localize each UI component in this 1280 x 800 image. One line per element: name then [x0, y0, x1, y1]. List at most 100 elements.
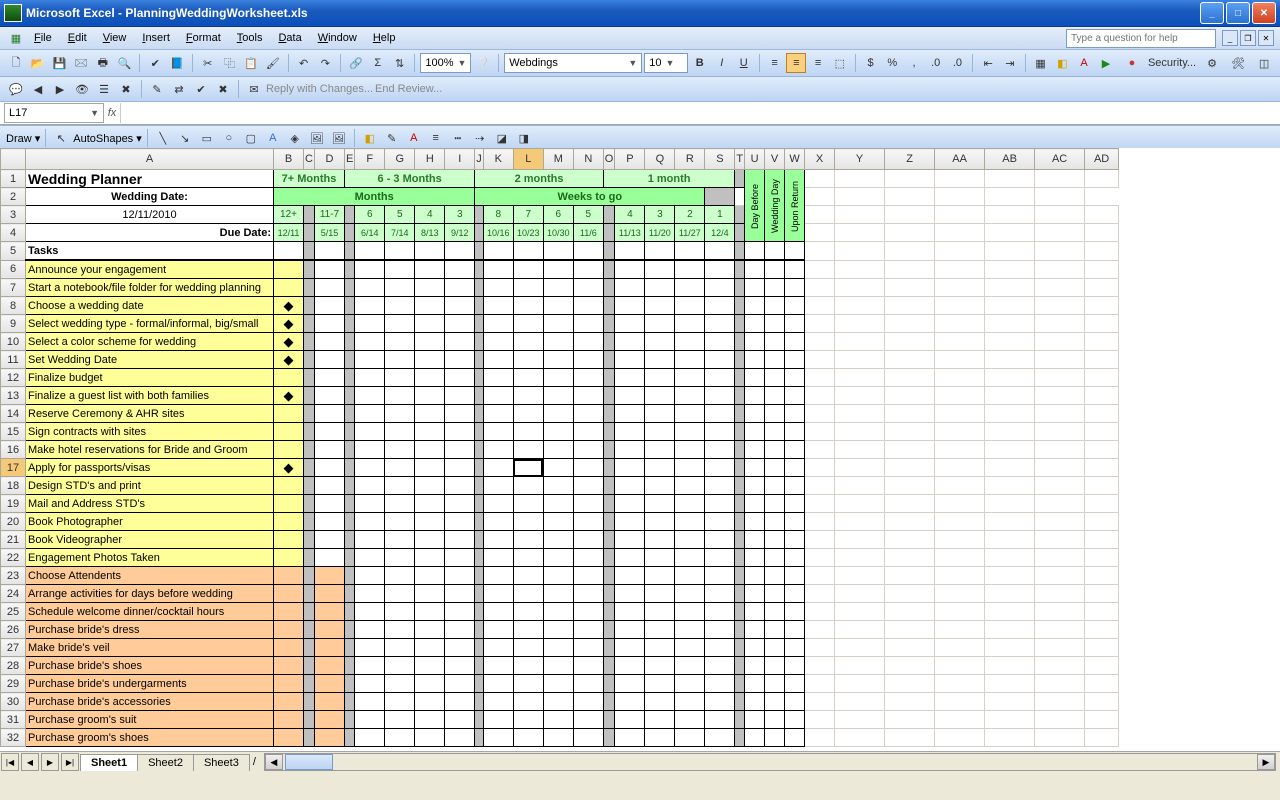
grid-cell[interactable] [805, 693, 835, 711]
grid-cell[interactable] [935, 729, 985, 747]
grid-cell[interactable] [543, 675, 573, 693]
grid-cell[interactable] [1035, 639, 1085, 657]
grid-cell[interactable] [765, 495, 785, 513]
sheet-tab-sheet3[interactable]: Sheet3 [193, 754, 250, 771]
grid-cell[interactable] [705, 549, 735, 567]
grid-cell[interactable] [304, 459, 315, 477]
grid-cell[interactable] [615, 405, 645, 423]
col-header-S[interactable]: S [705, 149, 735, 170]
sort-icon[interactable]: ⇅ [390, 53, 410, 73]
grid-cell[interactable] [385, 351, 415, 369]
grid-cell[interactable] [935, 477, 985, 495]
grid-cell[interactable] [765, 459, 785, 477]
grid-cell[interactable] [274, 279, 304, 297]
tab-first-icon[interactable]: |◀ [1, 753, 19, 771]
grid-cell[interactable] [835, 567, 885, 585]
grid-cell[interactable] [805, 423, 835, 441]
grid-cell[interactable] [735, 585, 745, 603]
grid-cell[interactable] [615, 693, 645, 711]
grid-cell[interactable] [1035, 693, 1085, 711]
grid-cell[interactable] [615, 459, 645, 477]
grid-cell[interactable] [543, 333, 573, 351]
grid-cell[interactable] [603, 603, 615, 621]
grid-cell[interactable] [483, 459, 513, 477]
grid-cell[interactable] [705, 423, 735, 441]
grid-cell[interactable] [344, 459, 354, 477]
grid-cell[interactable] [785, 369, 805, 387]
grid-cell[interactable] [603, 639, 615, 657]
grid-cell[interactable] [705, 351, 735, 369]
grid-cell[interactable] [543, 297, 573, 315]
grid-cell[interactable] [475, 315, 484, 333]
task-cell[interactable]: Arrange activities for days before weddi… [26, 585, 274, 603]
grid-cell[interactable] [885, 423, 935, 441]
grid-cell[interactable] [985, 585, 1035, 603]
grid-cell[interactable] [445, 279, 475, 297]
grid-cell[interactable] [344, 531, 354, 549]
task-cell[interactable]: Purchase groom's shoes [26, 729, 274, 747]
grid-cell[interactable] [1085, 315, 1119, 333]
increase-indent-icon[interactable]: ⇥ [1000, 53, 1020, 73]
delete-comment-icon[interactable]: ✖ [116, 79, 136, 99]
play-macro-icon[interactable]: ▶ [1096, 53, 1116, 73]
grid-cell[interactable] [1085, 459, 1119, 477]
grid-cell[interactable] [483, 675, 513, 693]
grid-cell[interactable] [1085, 405, 1119, 423]
grid-cell[interactable] [835, 387, 885, 405]
grid-cell[interactable] [483, 585, 513, 603]
grid-cell[interactable] [805, 477, 835, 495]
grid-cell[interactable] [543, 585, 573, 603]
grid-cell[interactable] [735, 567, 745, 585]
grid-cell[interactable] [355, 639, 385, 657]
scroll-left-icon[interactable]: ◀ [265, 754, 283, 770]
grid-cell[interactable] [1035, 477, 1085, 495]
grid-cell[interactable] [805, 387, 835, 405]
grid-cell[interactable] [513, 459, 543, 477]
grid-cell[interactable] [745, 531, 765, 549]
grid-cell[interactable] [355, 531, 385, 549]
grid-cell[interactable] [543, 387, 573, 405]
grid-cell[interactable] [885, 567, 935, 585]
hyperlink-icon[interactable]: 🔗 [346, 53, 366, 73]
grid-cell[interactable] [304, 423, 315, 441]
grid-cell[interactable] [785, 729, 805, 747]
grid-cell[interactable] [735, 260, 745, 279]
grid-cell[interactable] [355, 729, 385, 747]
grid-cell[interactable] [445, 297, 475, 315]
grid-cell[interactable] [314, 405, 344, 423]
grid-cell[interactable] [475, 495, 484, 513]
grid-cell[interactable] [615, 639, 645, 657]
grid-cell[interactable] [935, 315, 985, 333]
task-cell[interactable]: Purchase bride's accessories [26, 693, 274, 711]
grid-cell[interactable] [274, 603, 304, 621]
grid-cell[interactable] [304, 477, 315, 495]
grid-cell[interactable] [543, 549, 573, 567]
grid-cell[interactable] [513, 369, 543, 387]
grid-cell[interactable] [1035, 423, 1085, 441]
grid-cell[interactable] [785, 315, 805, 333]
grid-cell[interactable] [355, 405, 385, 423]
redo-icon[interactable]: ↷ [316, 53, 336, 73]
grid-cell[interactable] [513, 477, 543, 495]
fill-color-icon[interactable]: ◧ [1053, 53, 1073, 73]
grid-cell[interactable] [483, 729, 513, 747]
grid-cell[interactable] [543, 567, 573, 585]
row-header-8[interactable]: 8 [1, 297, 26, 315]
increase-decimal-icon[interactable]: .0 [926, 53, 946, 73]
grid-cell[interactable] [475, 459, 484, 477]
task-cell[interactable]: Choose a wedding date [26, 297, 274, 315]
grid-cell[interactable] [645, 585, 675, 603]
grid-cell[interactable] [483, 279, 513, 297]
oval-icon[interactable]: ○ [219, 128, 239, 148]
row-header-6[interactable]: 6 [1, 260, 26, 279]
sheet-tab-sheet1[interactable]: Sheet1 [80, 754, 138, 771]
grid-cell[interactable] [344, 477, 354, 495]
grid-cell[interactable] [735, 297, 745, 315]
grid-cell[interactable] [385, 405, 415, 423]
grid-cell[interactable] [344, 495, 354, 513]
grid-cell[interactable] [475, 639, 484, 657]
grid-cell[interactable] [765, 387, 785, 405]
grid-cell[interactable] [645, 459, 675, 477]
grid-cell[interactable] [675, 351, 705, 369]
grid-cell[interactable] [314, 495, 344, 513]
